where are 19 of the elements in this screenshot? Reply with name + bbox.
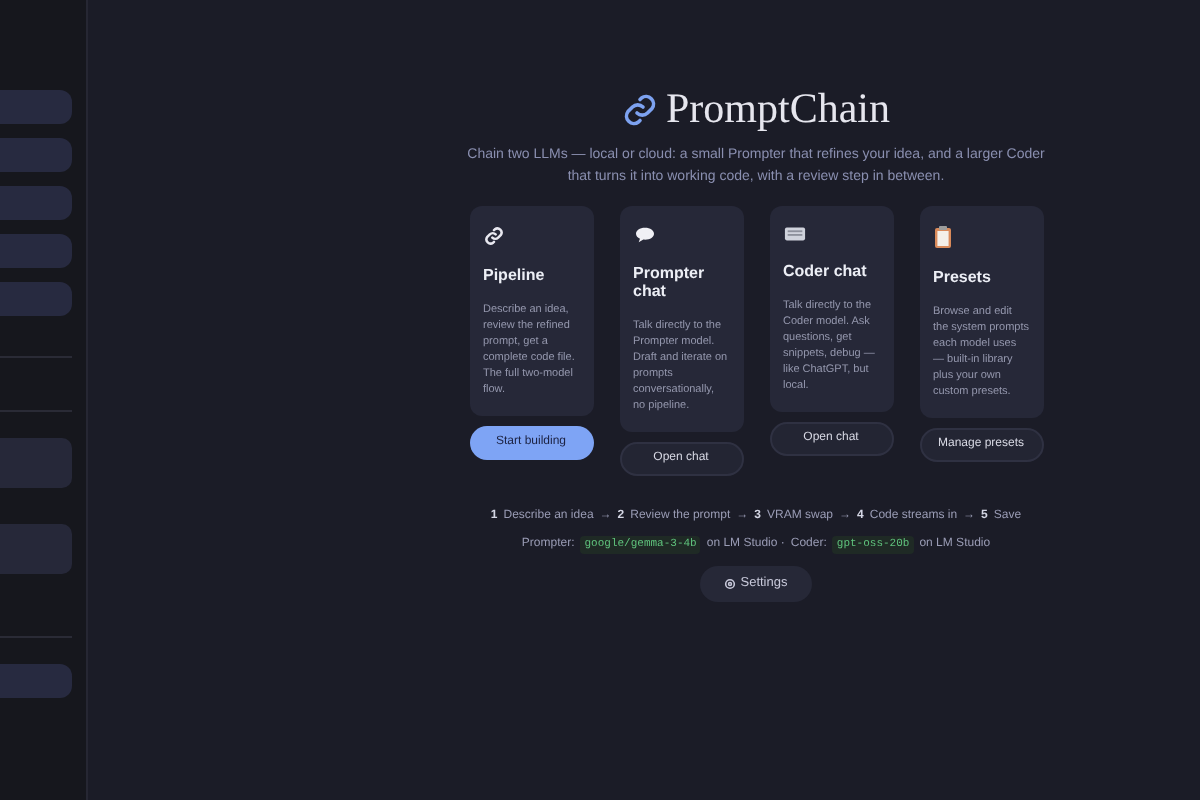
card-title: Coder chat [783, 262, 867, 280]
card-title: Pipeline [483, 266, 545, 284]
link-icon [483, 226, 503, 246]
keyboard-icon [783, 226, 805, 242]
sidebar-panel[interactable] [0, 524, 72, 574]
clipboard-icon [933, 226, 951, 248]
speech-bubble-icon [633, 226, 655, 244]
link-icon [621, 91, 658, 127]
sidebar-item[interactable] [0, 282, 72, 316]
sidebar-item[interactable] [0, 138, 72, 172]
card-title: Prompter chat [633, 264, 707, 300]
sidebar-item[interactable] [0, 664, 72, 698]
sidebar-item[interactable] [0, 90, 72, 124]
card-title: Presets [933, 268, 991, 286]
sidebar-item[interactable] [0, 186, 72, 220]
sidebar-item[interactable] [0, 234, 72, 268]
app-title: PromptChain [665, 88, 890, 130]
sidebar-panel[interactable] [0, 438, 72, 488]
settings-icon [724, 578, 737, 590]
